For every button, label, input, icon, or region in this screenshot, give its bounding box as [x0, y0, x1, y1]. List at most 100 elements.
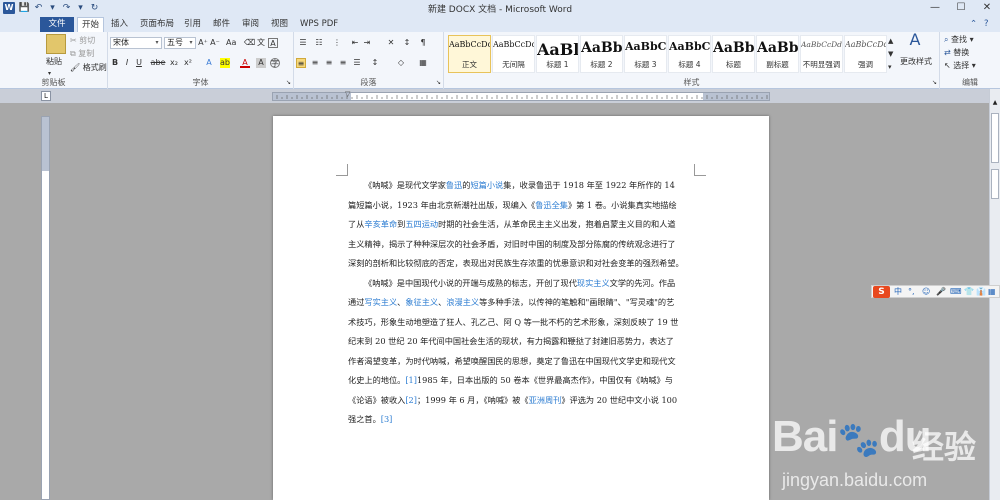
select-button[interactable]: ↖ 选择 ▾ [944, 60, 976, 71]
font-name-combo[interactable]: 宋体 ▾ [110, 37, 162, 49]
chinese-layout-icon[interactable]: ✕ [386, 38, 396, 48]
style-9[interactable]: AaBbCcDd 不明显强调 [800, 35, 843, 73]
chevron-down-icon[interactable]: ▾ [187, 38, 195, 48]
tab-selector-icon[interactable]: L [41, 91, 51, 101]
gallery-more-icon[interactable]: ▾ [888, 62, 892, 73]
shading-icon[interactable]: ◇ [396, 58, 406, 68]
char-border-icon[interactable]: A [268, 38, 278, 48]
font-dialog-launcher-icon[interactable]: ↘ [286, 77, 291, 88]
subscript-button[interactable]: x₂ [168, 58, 180, 68]
hyperlink[interactable]: 亚洲周刊 [529, 395, 562, 405]
bullets-icon[interactable]: ☰ [298, 38, 308, 48]
tab-home[interactable]: 开始 [77, 17, 105, 32]
hyperlink[interactable]: [3] [381, 414, 393, 424]
styles-dialog-launcher-icon[interactable]: ↘ [932, 77, 937, 88]
style-4[interactable]: AaBb(标题 2 [580, 35, 623, 73]
hyperlink[interactable]: 浪漫主义 [446, 297, 479, 307]
text-line[interactable]: 篇短篇小说，1923 年由北京新潮社出版，现编入《鲁迅全集》第 1 卷。小说集真… [348, 196, 702, 216]
italic-button[interactable]: I [122, 58, 132, 68]
tab-page-layout[interactable]: 页面布局 [136, 17, 178, 32]
gallery-up-icon[interactable]: ▲ [888, 36, 893, 47]
borders-icon[interactable]: ▦ [418, 58, 428, 68]
align-left-icon[interactable]: ≡ [296, 58, 306, 68]
style-6[interactable]: AaBbC(标题 4 [668, 35, 711, 73]
text-effects-icon[interactable]: A [204, 58, 214, 68]
ime-voice-icon[interactable]: 🎤 [936, 286, 946, 298]
minimize-button[interactable]: — [922, 0, 948, 16]
strikethrough-button[interactable]: abe [150, 58, 166, 68]
paste-icon[interactable] [46, 34, 66, 54]
shrink-font-icon[interactable]: A⁻ [210, 38, 220, 48]
ribbon-collapse-icon[interactable]: ⌃ [966, 17, 981, 32]
scroll-thumb[interactable] [991, 113, 999, 163]
chevron-down-icon[interactable]: ▾ [153, 38, 161, 48]
hyperlink[interactable]: [2] [405, 395, 417, 405]
bold-button[interactable]: B [110, 58, 120, 68]
hyperlink[interactable]: 现实主义 [577, 278, 610, 288]
ime-emoji-icon[interactable]: ☺ [922, 286, 930, 298]
enclose-char-icon[interactable]: 字 [270, 58, 280, 68]
style-1[interactable]: AaBbCcDd 正文 [448, 35, 491, 73]
change-case-icon[interactable]: Aa [226, 38, 236, 48]
decrease-indent-icon[interactable]: ⇤ [350, 38, 360, 48]
hyperlink[interactable]: 辛亥革命 [364, 219, 397, 229]
find-button[interactable]: ⌕ 查找 ▾ [944, 34, 974, 45]
hyperlink[interactable]: 五四运动 [405, 219, 438, 229]
document-page[interactable]: 《呐喊》是现代文学家鲁迅的短篇小说集，收录鲁迅于 1918 年至 1922 年所… [273, 116, 769, 500]
first-indent-marker-icon[interactable]: ▽ [345, 90, 350, 98]
tab-mailings[interactable]: 邮件 [209, 17, 234, 32]
distributed-icon[interactable]: ☰ [352, 58, 362, 68]
style-5[interactable]: AaBbC 标题 3 [624, 35, 667, 73]
tab-references[interactable]: 引用 [180, 17, 205, 32]
show-marks-icon[interactable]: ¶ [418, 38, 428, 48]
char-shading-icon[interactable]: A [256, 58, 266, 68]
font-color-button[interactable]: A [240, 58, 250, 68]
change-styles-icon[interactable]: A [902, 32, 928, 54]
text-line[interactable]: 纪末到 20 世纪 20 年代间中国社会生活的现状，有力揭露和鞭挞了封建旧恶势力… [348, 332, 702, 352]
hyperlink[interactable]: 鲁迅 [446, 180, 462, 190]
ime-skin-icon[interactable]: 👕 [964, 286, 974, 298]
style-8[interactable]: AaBb(副标题 [756, 35, 799, 73]
help-icon[interactable]: ? [980, 17, 993, 32]
align-right-icon[interactable]: ≡ [324, 58, 334, 68]
format-painter-button[interactable]: 🖌 格式刷 [70, 62, 107, 73]
multilevel-list-icon[interactable]: ⋮ [332, 38, 342, 48]
style-10[interactable]: AaBbCcDd 强调 [844, 35, 887, 73]
text-line[interactable]: 《呐喊》是现代文学家鲁迅的短篇小说集，收录鲁迅于 1918 年至 1922 年所… [348, 176, 702, 196]
text-line[interactable]: 《论语》被收入[2]；1999 年 6 月，《呐喊》被《亚洲周刊》评选为 20 … [348, 391, 702, 411]
tab-file[interactable]: 文件 [40, 17, 74, 32]
hyperlink[interactable]: 写实主义 [364, 297, 397, 307]
paragraph-dialog-launcher-icon[interactable]: ↘ [436, 77, 441, 88]
hyperlink[interactable]: 短篇小说 [470, 180, 503, 190]
text-line[interactable]: 作者渴望变革，为时代呐喊，希望唤醒国民的思想，奠定了鲁迅在中国现代文学史和现代文 [348, 352, 702, 372]
text-line[interactable]: 强之首。[3] [348, 410, 702, 430]
phonetic-guide-icon[interactable]: 文 [256, 38, 266, 48]
tab-view[interactable]: 视图 [267, 17, 292, 32]
tab-review[interactable]: 审阅 [238, 17, 263, 32]
line-spacing-icon[interactable]: ↕ [370, 58, 380, 68]
gallery-down-icon[interactable]: ▼ [888, 49, 893, 60]
clear-format-icon[interactable]: ⌫ [244, 38, 255, 48]
grow-font-icon[interactable]: A⁺ [198, 38, 208, 48]
text-line[interactable]: 了从辛亥革命到五四运动时期的社会生活，从革命民主主义出发，抱着启蒙主义目的和人道 [348, 215, 702, 235]
align-center-icon[interactable]: ≡ [310, 58, 320, 68]
hyperlink[interactable]: 象征主义 [405, 297, 438, 307]
justify-icon[interactable]: ≡ [338, 58, 348, 68]
highlight-icon[interactable]: ab [220, 58, 230, 68]
style-7[interactable]: AaBb(标题 [712, 35, 755, 73]
increase-indent-icon[interactable]: ⇥ [362, 38, 372, 48]
tab-wps-pdf[interactable]: WPS PDF [296, 17, 342, 32]
numbering-icon[interactable]: ☷ [314, 38, 324, 48]
tab-insert[interactable]: 插入 [107, 17, 132, 32]
text-line[interactable]: 通过写实主义、象征主义、浪漫主义等多种手法，以传神的笔触和"画眼睛"、"写灵魂"… [348, 293, 702, 313]
change-styles-button[interactable]: 更改样式 [898, 56, 934, 67]
scroll-up-icon[interactable]: ▲ [991, 99, 999, 107]
hyperlink[interactable]: 鲁迅全集 [535, 200, 568, 210]
ime-toolbox-icon[interactable]: ▦ [988, 286, 996, 298]
copy-button[interactable]: ⧉ 复制 [70, 48, 94, 59]
hyperlink[interactable]: [1] [405, 375, 417, 385]
paste-button[interactable]: 粘贴 [46, 56, 62, 67]
ime-shirt-icon[interactable]: 👔 [976, 286, 986, 298]
text-line[interactable]: 主义精神，揭示了种种深层次的社会矛盾，对旧时中国的制度及部分陈腐的传统观念进行了 [348, 235, 702, 255]
ime-keyboard-icon[interactable]: ⌨ [950, 286, 962, 298]
